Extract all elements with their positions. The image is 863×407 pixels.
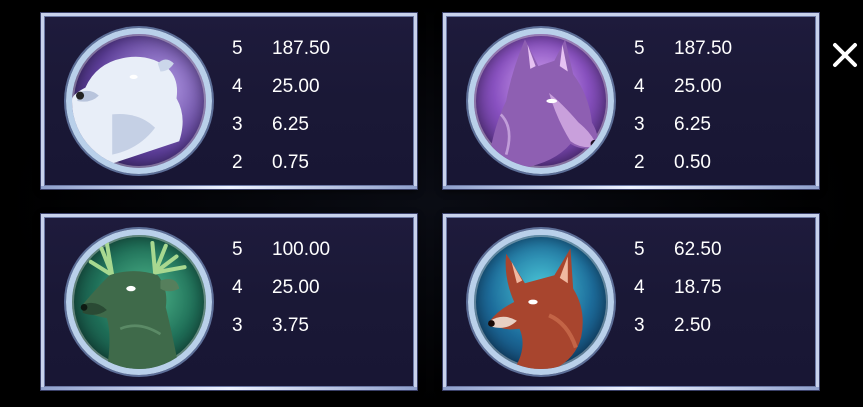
paytable-card-stag: 5 100.00 4 25.00 3 3.75 <box>41 214 417 390</box>
pay-list: 5 100.00 4 25.00 3 3.75 <box>232 235 402 349</box>
pay-count: 4 <box>634 277 645 298</box>
pay-value: 25.00 <box>272 277 320 298</box>
stag-icon <box>66 229 212 375</box>
pay-value: 25.00 <box>272 76 320 97</box>
pay-row: 4 25.00 <box>232 273 402 311</box>
pay-count: 5 <box>634 239 645 260</box>
pay-row: 4 25.00 <box>634 72 804 110</box>
pay-count: 4 <box>232 277 243 298</box>
pay-row: 2 0.75 <box>232 148 402 186</box>
close-icon <box>833 43 857 67</box>
paytable-screen: 5 187.50 4 25.00 3 6.25 2 0.75 5 187.50 … <box>0 0 863 407</box>
pay-value: 6.25 <box>272 114 309 135</box>
paytable-card-polar-bear: 5 187.50 4 25.00 3 6.25 2 0.75 <box>41 13 417 189</box>
pay-value: 187.50 <box>272 38 331 59</box>
polar-bear-icon <box>66 28 212 174</box>
pay-count: 2 <box>232 152 243 173</box>
pay-value: 100.00 <box>272 239 331 260</box>
pay-row: 4 25.00 <box>232 72 402 110</box>
pay-row: 4 18.75 <box>634 273 804 311</box>
pay-value: 62.50 <box>674 239 722 260</box>
pay-row: 5 100.00 <box>232 235 402 273</box>
pay-value: 0.75 <box>272 152 309 173</box>
pay-count: 2 <box>634 152 645 173</box>
pay-list: 5 187.50 4 25.00 3 6.25 2 0.75 <box>232 34 402 186</box>
wolf-icon <box>468 28 614 174</box>
pay-list: 5 187.50 4 25.00 3 6.25 2 0.50 <box>634 34 804 186</box>
pay-row: 5 62.50 <box>634 235 804 273</box>
pay-value: 0.50 <box>674 152 711 173</box>
pay-count: 5 <box>634 38 645 59</box>
pay-count: 4 <box>634 76 645 97</box>
pay-count: 4 <box>232 76 243 97</box>
pay-value: 187.50 <box>674 38 733 59</box>
paytable-card-fox: 5 62.50 4 18.75 3 2.50 <box>443 214 819 390</box>
pay-count: 3 <box>634 114 645 135</box>
pay-count: 3 <box>634 315 645 336</box>
close-button[interactable] <box>830 40 860 70</box>
fox-icon <box>468 229 614 375</box>
pay-value: 25.00 <box>674 76 722 97</box>
pay-row: 3 2.50 <box>634 311 804 349</box>
pay-count: 5 <box>232 239 243 260</box>
pay-count: 3 <box>232 315 243 336</box>
pay-row: 3 6.25 <box>634 110 804 148</box>
pay-count: 3 <box>232 114 243 135</box>
pay-row: 5 187.50 <box>634 34 804 72</box>
pay-count: 5 <box>232 38 243 59</box>
pay-row: 2 0.50 <box>634 148 804 186</box>
pay-row: 5 187.50 <box>232 34 402 72</box>
pay-value: 6.25 <box>674 114 711 135</box>
pay-row: 3 3.75 <box>232 311 402 349</box>
pay-value: 2.50 <box>674 315 711 336</box>
pay-value: 3.75 <box>272 315 309 336</box>
pay-list: 5 62.50 4 18.75 3 2.50 <box>634 235 804 349</box>
paytable-card-wolf: 5 187.50 4 25.00 3 6.25 2 0.50 <box>443 13 819 189</box>
pay-value: 18.75 <box>674 277 722 298</box>
pay-row: 3 6.25 <box>232 110 402 148</box>
